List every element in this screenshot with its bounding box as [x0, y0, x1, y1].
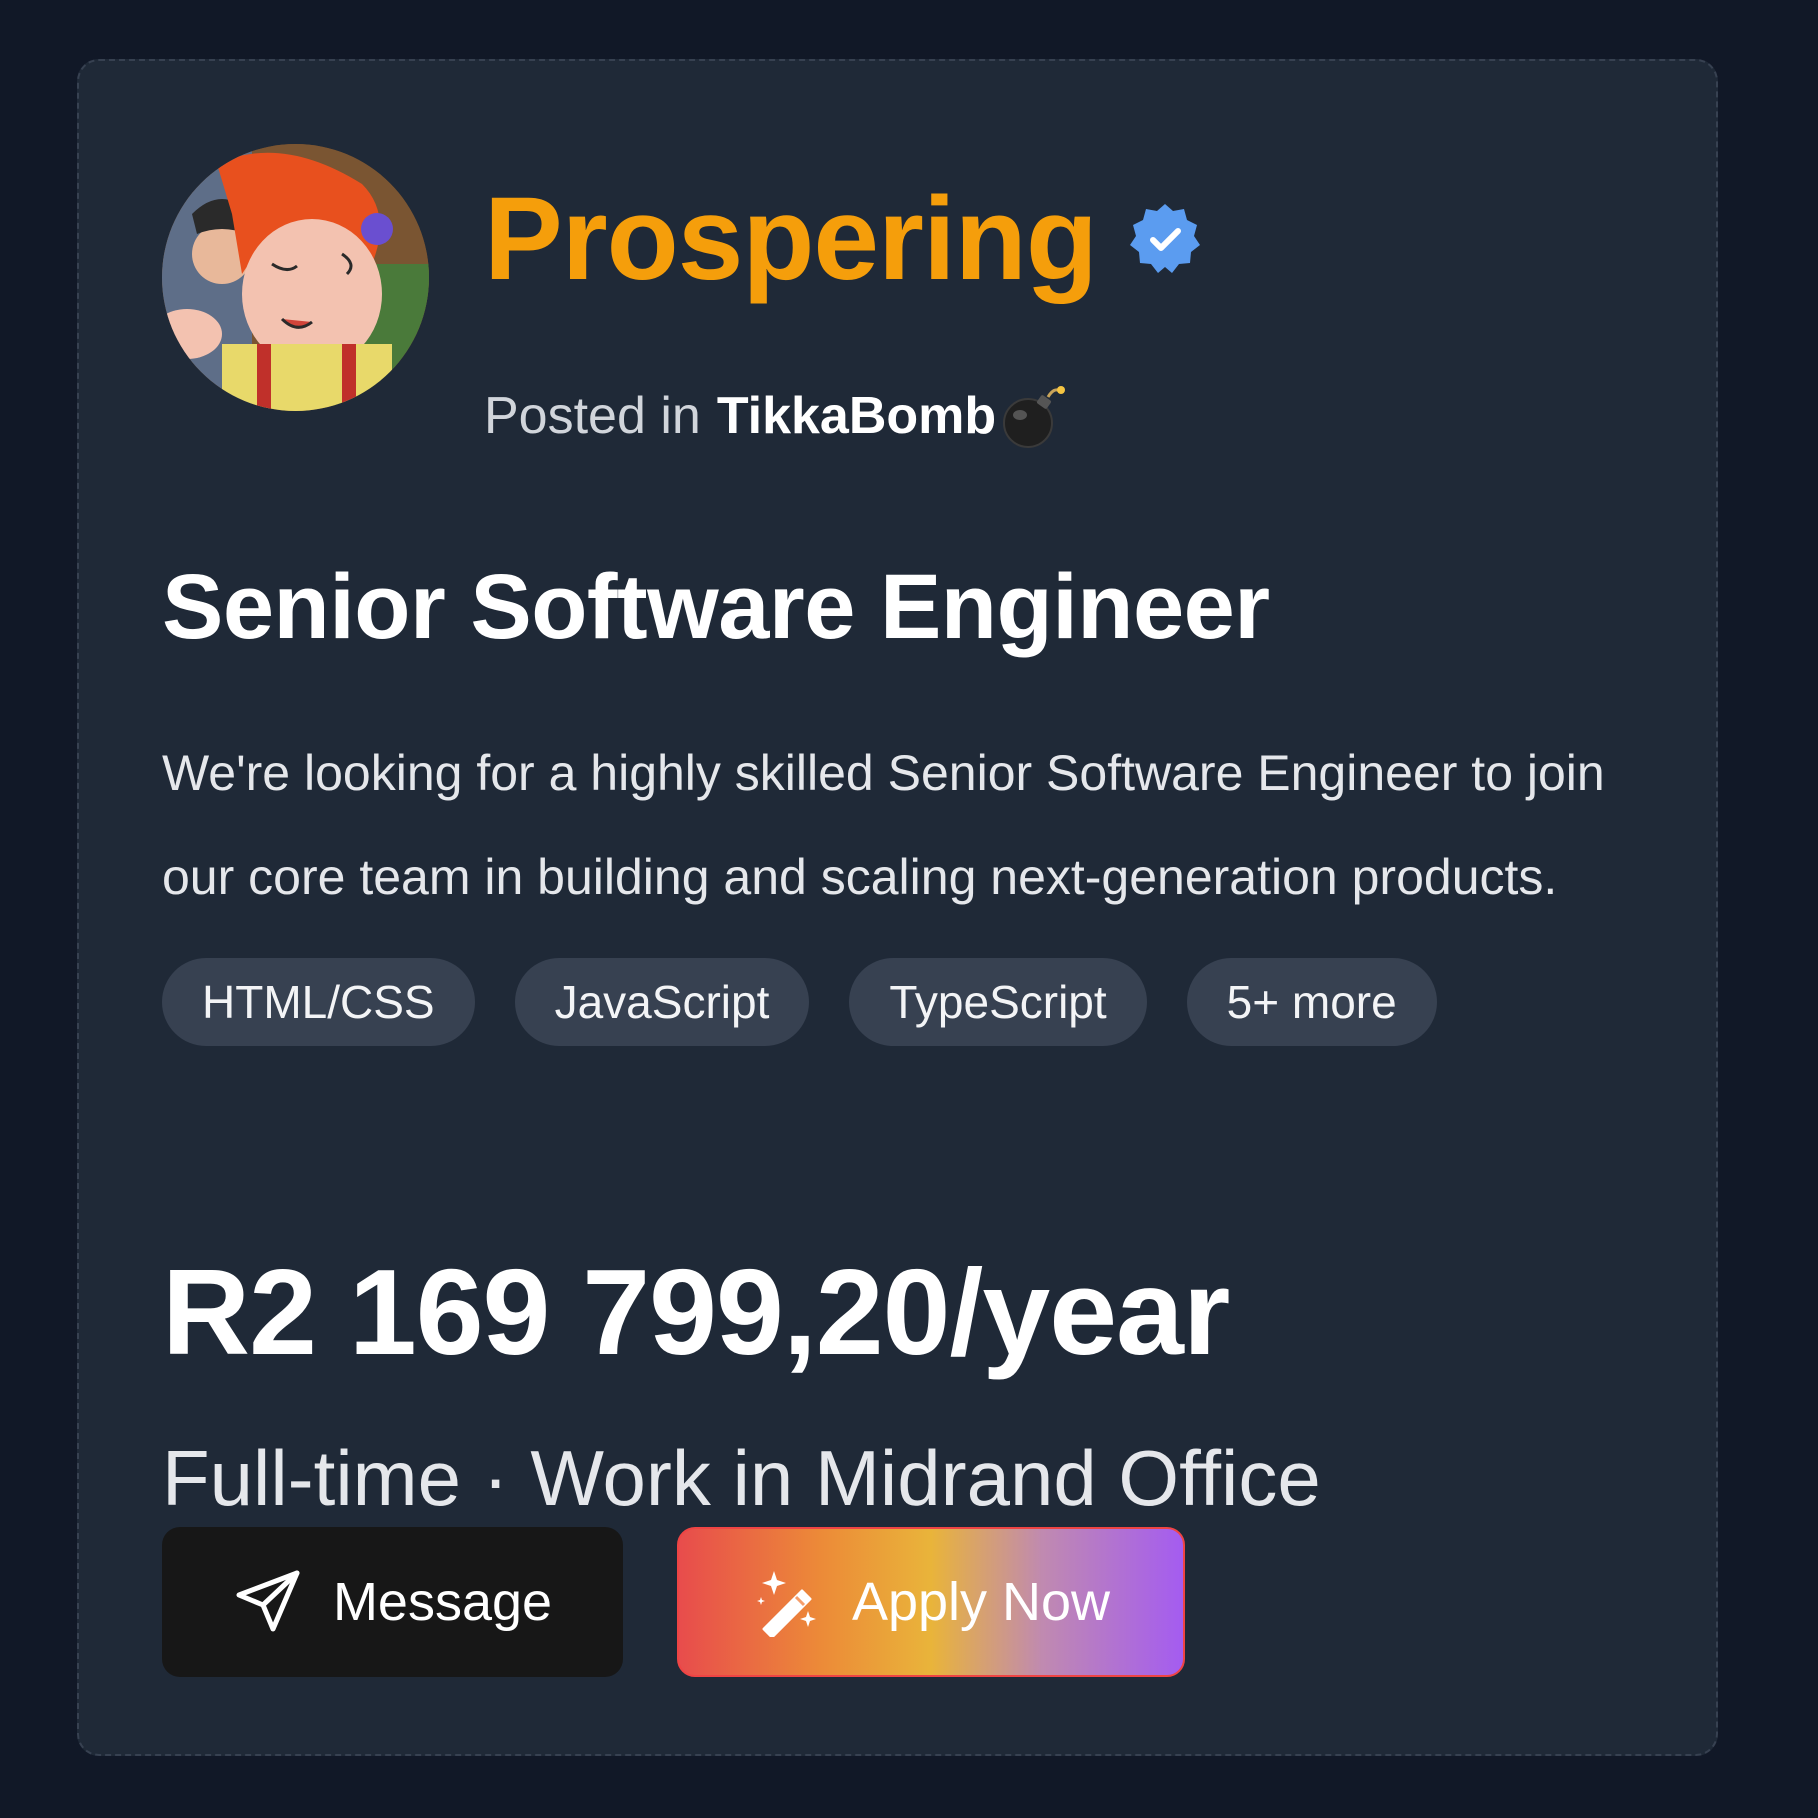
- skill-tag[interactable]: HTML/CSS: [162, 958, 475, 1046]
- avatar[interactable]: [162, 144, 429, 411]
- salary: R2 169 799,20/year: [162, 1244, 1230, 1380]
- magic-wand-icon: [752, 1567, 822, 1639]
- job-title[interactable]: Senior Software Engineer: [162, 561, 1270, 653]
- posted-in-label: Posted in: [484, 387, 701, 445]
- avatar-image: [162, 144, 429, 411]
- apply-now-button[interactable]: Apply Now: [677, 1527, 1185, 1677]
- bomb-icon: [998, 381, 1068, 451]
- skill-tag[interactable]: JavaScript: [514, 958, 810, 1046]
- job-description: We're looking for a highly skilled Senio…: [162, 745, 1605, 905]
- employment-details: Full-time · Work in Midrand Office: [162, 1434, 1321, 1522]
- community-link[interactable]: TikkaBomb: [717, 390, 996, 442]
- verified-badge-icon: [1127, 201, 1203, 277]
- company-name[interactable]: Prospering: [484, 180, 1098, 298]
- apply-now-button-label: Apply Now: [851, 1572, 1111, 1632]
- job-card[interactable]: Prospering Posted in TikkaBomb Senior So…: [77, 59, 1718, 1756]
- posted-in: Posted in TikkaBomb: [484, 381, 1068, 451]
- company-header: Prospering: [484, 179, 1203, 299]
- message-button-label: Message: [332, 1572, 553, 1632]
- action-buttons: Message Apply Now: [162, 1527, 1185, 1677]
- skill-tag[interactable]: TypeScript: [849, 958, 1147, 1046]
- send-icon: [233, 1567, 303, 1637]
- skill-tags: HTML/CSS JavaScript TypeScript 5+ more: [162, 958, 1437, 1046]
- message-button[interactable]: Message: [162, 1527, 623, 1677]
- more-skills-tag[interactable]: 5+ more: [1186, 958, 1437, 1046]
